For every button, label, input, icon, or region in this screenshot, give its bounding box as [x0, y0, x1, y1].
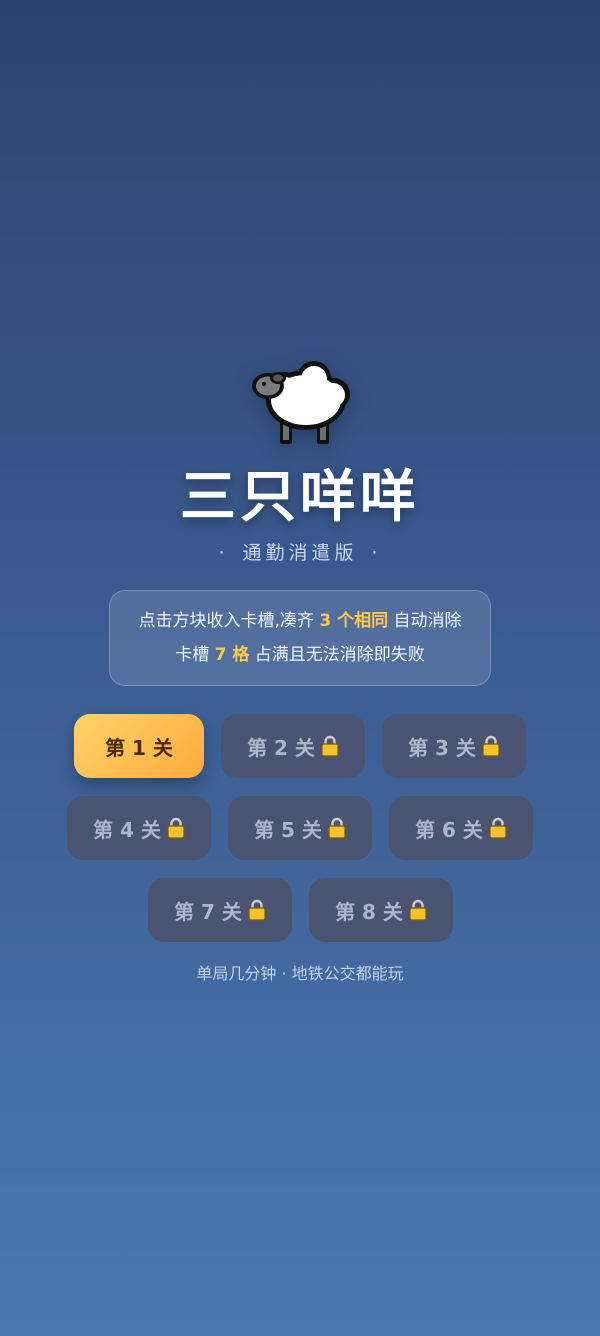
level-4-button[interactable]: 第 4 关: [67, 796, 211, 860]
sheep-icon: [252, 361, 350, 444]
subtitle: · 通勤消遣版 ·: [204, 540, 395, 566]
subtitle-text: 通勤消遣版: [242, 542, 358, 564]
rules-line-2-pre: 卡槽: [175, 645, 210, 665]
rules-line-1-pre: 点击方块收入卡槽,凑齐: [138, 611, 314, 631]
rules-line-1-post: 自动消除: [393, 611, 462, 631]
rules-highlight-seven: 7 格: [214, 645, 250, 665]
lock-icon: [321, 735, 339, 757]
level-6-button[interactable]: 第 6 关: [389, 796, 533, 860]
lock-icon: [167, 817, 185, 839]
lock-icon: [328, 817, 346, 839]
level-3-button[interactable]: 第 3 关: [382, 714, 526, 778]
rules-highlight-three: 3 个相同: [319, 611, 389, 631]
lock-icon: [482, 735, 500, 757]
subtitle-dot-left: ·: [218, 542, 229, 564]
game-title: 三只咩咩: [180, 465, 420, 530]
title-section: 三只咩咩 · 通勤消遣版 · 点击方块收入卡槽,凑齐 3 个相同 自动消除 卡槽 7…: [0, 358, 600, 686]
subtitle-dot-right: ·: [371, 542, 382, 564]
level-3-label: 第 3 关: [408, 735, 476, 760]
rules-line-2: 卡槽 7 格 占满且无法消除即失败: [175, 638, 425, 672]
lock-icon: [248, 899, 266, 921]
lock-icon: [409, 899, 427, 921]
level-1-button[interactable]: 第 1 关: [74, 714, 204, 778]
level-2-button[interactable]: 第 2 关: [221, 714, 365, 778]
level-2-label: 第 2 关: [247, 735, 315, 760]
level-5-button[interactable]: 第 5 关: [228, 796, 372, 860]
level-8-button[interactable]: 第 8 关: [309, 878, 453, 942]
lock-icon: [489, 817, 507, 839]
level-7-label: 第 7 关: [174, 899, 242, 924]
rules-box: 点击方块收入卡槽,凑齐 3 个相同 自动消除 卡槽 7 格 占满且无法消除即失败: [109, 590, 491, 686]
footer-tagline: 单局几分钟 · 地铁公交都能玩: [196, 964, 404, 983]
level-8-label: 第 8 关: [335, 899, 403, 924]
level-7-button[interactable]: 第 7 关: [148, 878, 292, 942]
level-4-label: 第 4 关: [93, 817, 161, 842]
rules-line-1: 点击方块收入卡槽,凑齐 3 个相同 自动消除: [139, 604, 462, 638]
level-5-label: 第 5 关: [254, 817, 322, 842]
rules-line-2-post: 占满且无法消除即失败: [254, 645, 425, 665]
level-6-label: 第 6 关: [415, 817, 483, 842]
level-1-label: 第 1 关: [105, 735, 173, 760]
